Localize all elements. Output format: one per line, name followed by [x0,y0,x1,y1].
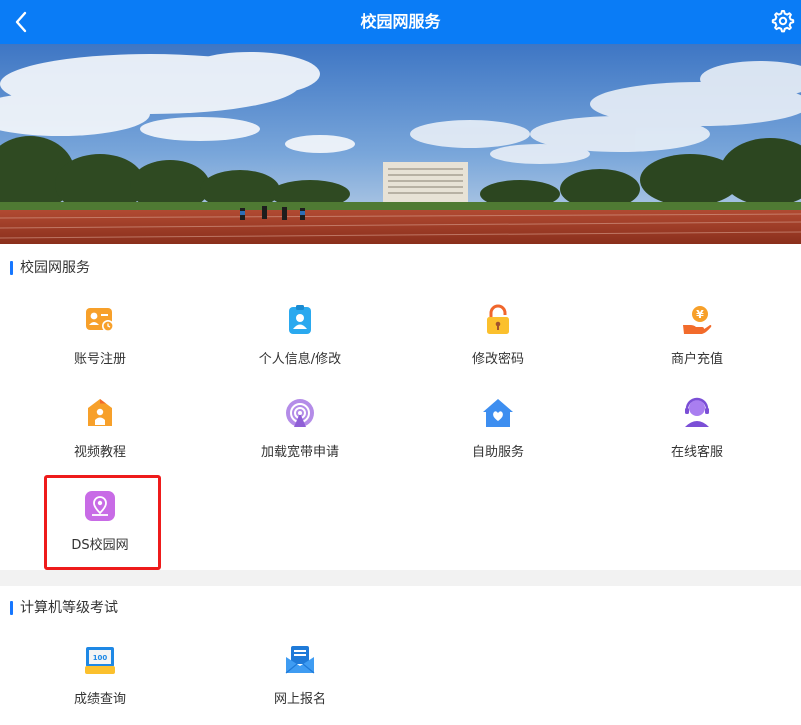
grid-item-video-tutorial[interactable]: 视频教程 [0,397,200,489]
home-heart-icon [483,399,513,427]
top-bar: 校园网服务 [0,0,801,44]
score-icon-text: 100 [93,654,108,662]
grid-item-account-register[interactable]: 账号注册 [0,304,200,396]
section-marker [10,601,13,615]
section-header-campus-network: 校园网服务 [0,246,801,286]
page-title: 校园网服务 [360,12,441,31]
grid-item-self-service[interactable]: 自助服务 [398,397,598,489]
grid-item-online-support[interactable]: 在线客服 [597,397,797,489]
section-title: 校园网服务 [20,260,90,276]
banner-image [0,44,801,244]
grid-item-broadband-application[interactable]: 加载宽带申请 [200,397,400,489]
gear-icon[interactable] [769,8,795,34]
grid-item-personal-info[interactable]: 个人信息/修改 [200,304,400,396]
grid-item-label: 加载宽带申请 [260,445,339,460]
grid-item-label: 账号注册 [73,352,126,367]
grid-item-label: 个人信息/修改 [258,352,342,367]
section-divider [0,570,801,586]
svg-text:¥: ¥ [696,308,704,321]
headset-agent-icon [685,397,709,427]
id-card-clock-icon [86,308,114,332]
grid-item-ds-campus-network[interactable]: DS校园网 [0,490,200,582]
grid-item-label: 修改密码 [471,352,524,367]
grid-item-label: 商户充值 [670,352,723,367]
grid-item-label: 在线客服 [670,445,723,460]
grid-item-label: 成绩查询 [73,692,126,707]
section-header-computer-exam: 计算机等级考试 [0,586,801,626]
grid-item-label: 视频教程 [73,445,126,460]
map-pin-icon [85,491,115,521]
grid-item-label: 网上报名 [273,692,326,707]
grid-item-merchant-recharge[interactable]: ¥ 商户充值 [597,304,797,396]
mail-form-icon [285,646,315,674]
padlock-icon [487,304,509,334]
grid-item-label: DS校园网 [71,538,129,553]
grid-item-change-password[interactable]: 修改密码 [398,304,598,396]
yen-hand-icon: ¥ [683,306,712,334]
section-title: 计算机等级考试 [20,600,118,616]
grid-item-online-registration[interactable]: 网上报名 [200,644,400,725]
grid-item-label: 自助服务 [471,445,524,460]
score-screen-icon: 100 [85,647,115,674]
wifi-signal-icon [286,399,314,427]
section-marker [10,261,13,275]
house-person-icon [88,399,112,426]
grid-item-score-query[interactable]: 100 成绩查询 [0,644,200,725]
badge-person-icon [289,305,311,334]
